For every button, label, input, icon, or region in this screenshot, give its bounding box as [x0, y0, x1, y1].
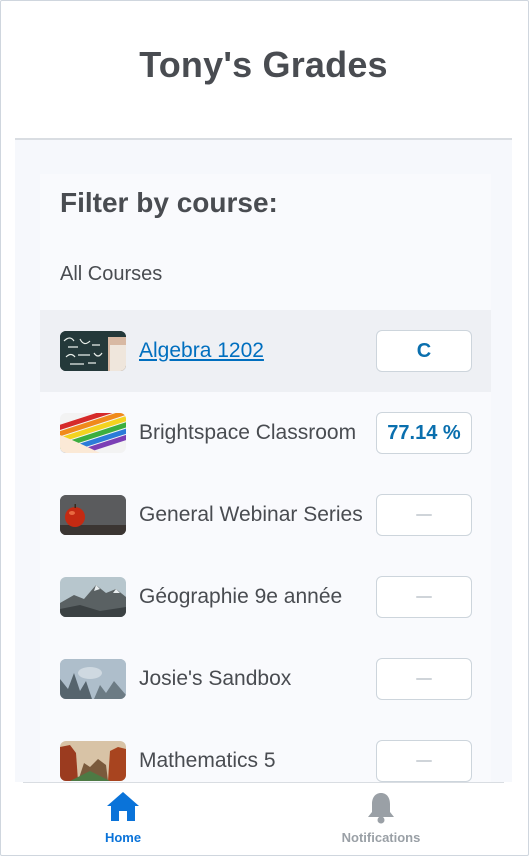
course-row[interactable]: Algebra 1202 C: [40, 310, 491, 392]
filter-title: Filter by course:: [60, 187, 278, 218]
grade-badge: 77.14 %: [376, 412, 472, 454]
home-icon: [105, 789, 141, 825]
course-name[interactable]: Josie's Sandbox: [139, 638, 291, 720]
course-name[interactable]: General Webinar Series: [139, 474, 363, 556]
page-title: Tony's Grades: [139, 43, 388, 85]
all-courses-option[interactable]: All Courses: [60, 263, 162, 286]
grade-badge-empty: [376, 658, 472, 700]
course-row[interactable]: Géographie 9e année: [40, 556, 491, 638]
tab-notifications[interactable]: Notifications: [301, 783, 461, 855]
dash-icon: [416, 760, 432, 762]
grade-badge-empty: [376, 576, 472, 618]
bell-icon: [363, 789, 399, 825]
tab-home-label: Home: [104, 830, 142, 845]
apple-image: [60, 495, 126, 535]
canyon-image: [60, 741, 126, 781]
course-row[interactable]: General Webinar Series: [40, 474, 491, 556]
grades-content: Filter by course: All Courses Algebra 12…: [15, 140, 512, 794]
colored-pencils-image: [60, 413, 126, 453]
dash-icon: [416, 678, 432, 680]
bottom-tab-bar: Home Notifications: [23, 782, 504, 855]
tab-notifications-label: Notifications: [341, 830, 421, 845]
dash-icon: [416, 596, 432, 598]
course-row[interactable]: Josie's Sandbox: [40, 638, 491, 720]
dash-icon: [416, 514, 432, 516]
mountain-image: [60, 577, 126, 617]
tab-home[interactable]: Home: [43, 783, 203, 855]
course-row[interactable]: Brightspace Classroom 77.14 %: [40, 392, 491, 474]
chalkboard-image: [60, 331, 126, 371]
course-filter-card: Filter by course: All Courses Algebra 12…: [40, 174, 491, 794]
course-name[interactable]: Géographie 9e année: [139, 556, 342, 638]
app-frame: Tony's Grades Filter by course: All Cour…: [0, 0, 529, 856]
course-name-link[interactable]: Algebra 1202: [139, 310, 264, 392]
page-header: Tony's Grades: [15, 1, 512, 140]
grade-badge-empty: [376, 494, 472, 536]
course-name[interactable]: Brightspace Classroom: [139, 392, 356, 474]
grade-badge-empty: [376, 740, 472, 782]
misty-forest-image: [60, 659, 126, 699]
grade-badge: C: [376, 330, 472, 372]
